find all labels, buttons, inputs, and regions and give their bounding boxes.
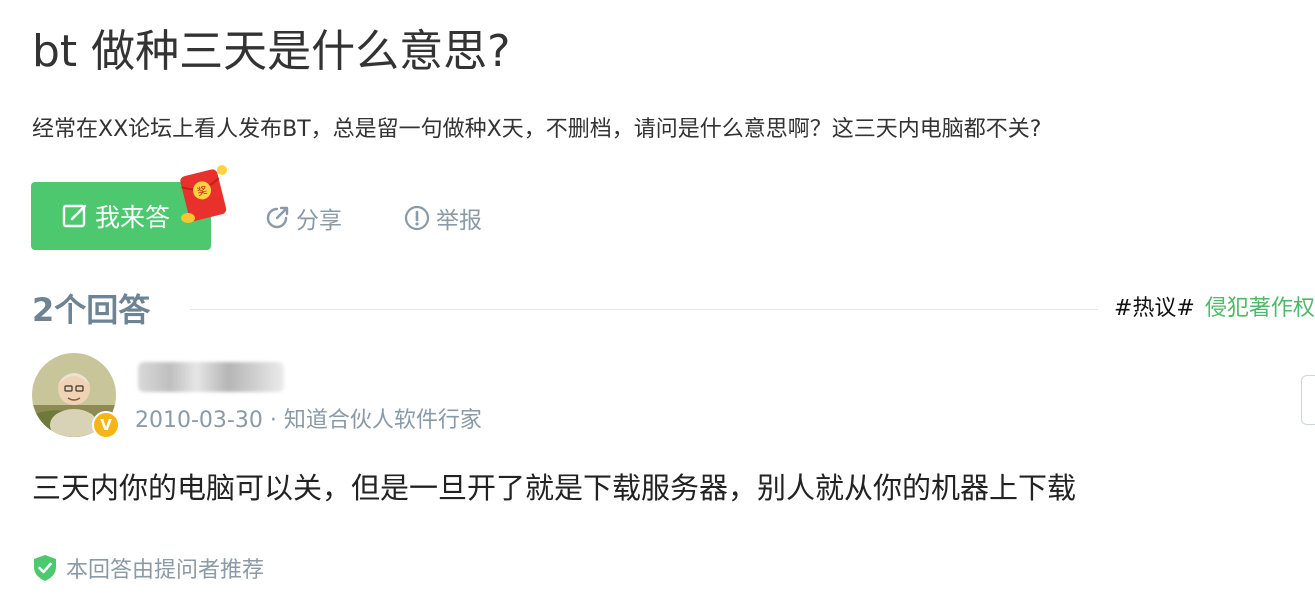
report-icon (404, 205, 430, 231)
report-button[interactable]: 举报 (404, 198, 482, 238)
recommended-note: 本回答由提问者推荐 (32, 552, 264, 584)
share-label: 分享 (296, 208, 342, 234)
hot-topic: #热议# 侵犯著作权 (1114, 292, 1315, 326)
report-label: 举报 (436, 208, 482, 234)
answer-button-label: 我来答 (95, 203, 171, 232)
author-name-hidden[interactable] (138, 362, 284, 392)
verified-badge-icon: V (92, 411, 120, 439)
recommended-label: 本回答由提问者推荐 (66, 558, 265, 583)
red-packet-icon: 奖 (176, 162, 232, 226)
shield-check-icon (32, 554, 58, 582)
edit-icon (61, 202, 89, 230)
share-button[interactable]: 分享 (264, 198, 342, 238)
follow-button[interactable] (1301, 375, 1315, 425)
hot-topic-link[interactable]: 侵犯著作权 (1205, 296, 1315, 321)
question-title: bt 做种三天是什么意思? (32, 26, 511, 77)
page: bt 做种三天是什么意思? 经常在XX论坛上看人发布BT，总是留一句做种X天，不… (0, 0, 1315, 596)
answer-content: 三天内你的电脑可以关，但是一旦开了就是下载服务器，别人就从你的机器上下载 (32, 471, 1077, 505)
share-icon (264, 205, 290, 231)
divider (190, 309, 1098, 310)
answer-meta: 2010-03-30 · 知道合伙人软件行家 (135, 408, 482, 433)
question-description: 经常在XX论坛上看人发布BT，总是留一句做种X天，不删档，请问是什么意思啊？这三… (32, 117, 1042, 142)
answers-count-heading: 2个回答 (32, 291, 151, 329)
hot-topic-hash: #热议# (1114, 296, 1195, 321)
